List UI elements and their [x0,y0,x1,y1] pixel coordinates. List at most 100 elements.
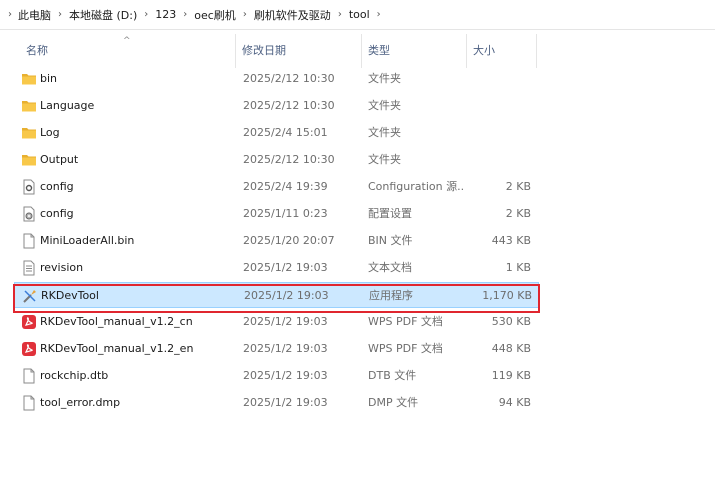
file-name-cell: Language [19,93,231,119]
column-header-size[interactable]: 大小 [467,34,537,68]
file-type: 文件夹 [368,72,401,85]
breadcrumb-tool[interactable]: tool [349,8,370,21]
chevron-right-icon[interactable]: › [243,9,247,20]
file-name-cell: tool_error.dmp [19,390,231,416]
file-name: RKDevTool_manual_v1.2_cn [40,315,193,328]
column-header-row: 名称 修改日期 类型 大小 [0,34,715,68]
file-name: revision [40,261,84,274]
file-size [469,147,531,173]
file-name: RKDevTool [41,289,99,302]
column-header-type[interactable]: 类型 [362,34,467,68]
config-file-icon [21,179,37,195]
file-row[interactable]: Output 2025/2/12 10:30 文件夹 [14,147,539,173]
file-row[interactable]: RKDevTool_manual_v1.2_cn 2025/1/2 19:03 WP… [14,309,539,335]
file-date: 2025/2/12 10:30 [243,153,335,166]
file-type: 文本文档 [368,261,412,274]
pdf-icon [21,341,37,357]
file-type: 应用程序 [369,289,413,302]
file-date: 2025/1/2 19:03 [243,315,328,328]
file-name-cell: config [19,201,231,227]
file-type: 文件夹 [368,99,401,112]
file-size: 1 KB [505,261,531,274]
chevron-right-icon[interactable]: › [58,9,62,20]
file-size: 2 KB [505,207,531,220]
file-size: 443 KB [491,234,531,247]
file-size: 2 KB [505,180,531,193]
file-size: 448 KB [491,342,531,355]
file-row[interactable]: tool_error.dmp 2025/1/2 19:03 DMP 文件 94 KB [14,390,539,416]
file-name-cell: revision [19,255,231,281]
file-date: 2025/1/20 20:07 [243,234,335,247]
chevron-right-icon[interactable]: › [144,9,148,20]
chevron-right-icon[interactable]: › [338,9,342,20]
file-row[interactable]: RKDevTool 2025/1/2 19:03 应用程序 1,170 KB [14,282,539,308]
column-header-date[interactable]: 修改日期 [236,34,362,68]
file-row[interactable]: config 2025/2/4 19:39 Configuration 源... 2 … [14,174,539,200]
file-name-cell: RKDevTool_manual_v1.2_en [19,336,231,362]
file-name: config [40,180,74,193]
address-bar[interactable]: › 此电脑 › 本地磁盘 (D:) › 123 › oec刷机 › 刷机软件及驱… [0,0,715,30]
file-name-cell: bin [19,66,231,92]
folder-icon [21,125,37,141]
file-size: 94 KB [498,396,531,409]
file-name-cell: Output [19,147,231,173]
file-type: 配置设置 [368,207,412,220]
file-name: bin [40,72,58,85]
file-name: rockchip.dtb [40,369,109,382]
file-date: 2025/1/2 19:03 [243,261,328,274]
file-type: BIN 文件 [368,234,413,247]
breadcrumb-oec[interactable]: oec刷机 [194,7,236,23]
file-date: 2025/2/4 15:01 [243,126,328,139]
file-row[interactable]: MiniLoaderAll.bin 2025/1/20 20:07 BIN 文件 44… [14,228,539,254]
breadcrumb-123[interactable]: 123 [155,8,176,21]
file-name-cell: RKDevTool_manual_v1.2_cn [19,309,231,335]
file-size [469,93,531,119]
breadcrumb-software-drivers[interactable]: 刷机软件及驱动 [254,7,331,23]
app-icon [22,288,38,304]
pdf-icon [21,314,37,330]
file-type: 文件夹 [368,153,401,166]
blank-file-icon [21,233,37,249]
folder-icon [21,98,37,114]
file-row[interactable]: Language 2025/2/12 10:30 文件夹 [14,93,539,119]
file-name-cell: rockchip.dtb [19,363,231,389]
file-row[interactable]: RKDevTool_manual_v1.2_en 2025/1/2 19:03 WP… [14,336,539,362]
file-date: 2025/2/12 10:30 [243,72,335,85]
file-name-cell: MiniLoaderAll.bin [19,228,231,254]
file-type: WPS PDF 文档 [368,342,443,355]
file-size [469,120,531,146]
sort-ascending-icon: ^ [123,36,131,46]
blank-file-icon [21,395,37,411]
chevron-right-icon[interactable]: › [377,9,381,20]
file-row[interactable]: revision 2025/1/2 19:03 文本文档 1 KB [14,255,539,281]
file-name-cell: Log [19,120,231,146]
file-name: config [40,207,74,220]
file-name: MiniLoaderAll.bin [40,234,135,247]
file-type: 文件夹 [368,126,401,139]
file-date: 2025/1/2 19:03 [243,342,328,355]
chevron-right-icon[interactable]: › [8,9,12,20]
file-name: tool_error.dmp [40,396,121,409]
folder-icon [21,152,37,168]
chevron-right-icon[interactable]: › [183,9,187,20]
file-size: 1,170 KB [482,289,532,302]
file-name: Log [40,126,60,139]
file-name-cell: config [19,174,231,200]
file-row[interactable]: Log 2025/2/4 15:01 文件夹 [14,120,539,146]
file-row[interactable]: config 2025/1/11 0:23 配置设置 2 KB [14,201,539,227]
file-row[interactable]: bin 2025/2/12 10:30 文件夹 [14,66,539,92]
settings-file-icon [21,206,37,222]
file-date: 2025/1/2 19:03 [244,289,329,302]
file-row[interactable]: rockchip.dtb 2025/1/2 19:03 DTB 文件 119 KB [14,363,539,389]
breadcrumb-drive-d[interactable]: 本地磁盘 (D:) [69,7,137,23]
file-date: 2025/1/11 0:23 [243,207,328,220]
file-type: WPS PDF 文档 [368,315,443,328]
file-name: RKDevTool_manual_v1.2_en [40,342,194,355]
file-date: 2025/1/2 19:03 [243,396,328,409]
file-type: DTB 文件 [368,369,417,382]
file-date: 2025/2/4 19:39 [243,180,328,193]
breadcrumb-this-pc[interactable]: 此电脑 [18,7,51,23]
file-date: 2025/1/2 19:03 [243,369,328,382]
file-name-cell: RKDevTool [20,283,232,309]
file-size: 530 KB [491,315,531,328]
